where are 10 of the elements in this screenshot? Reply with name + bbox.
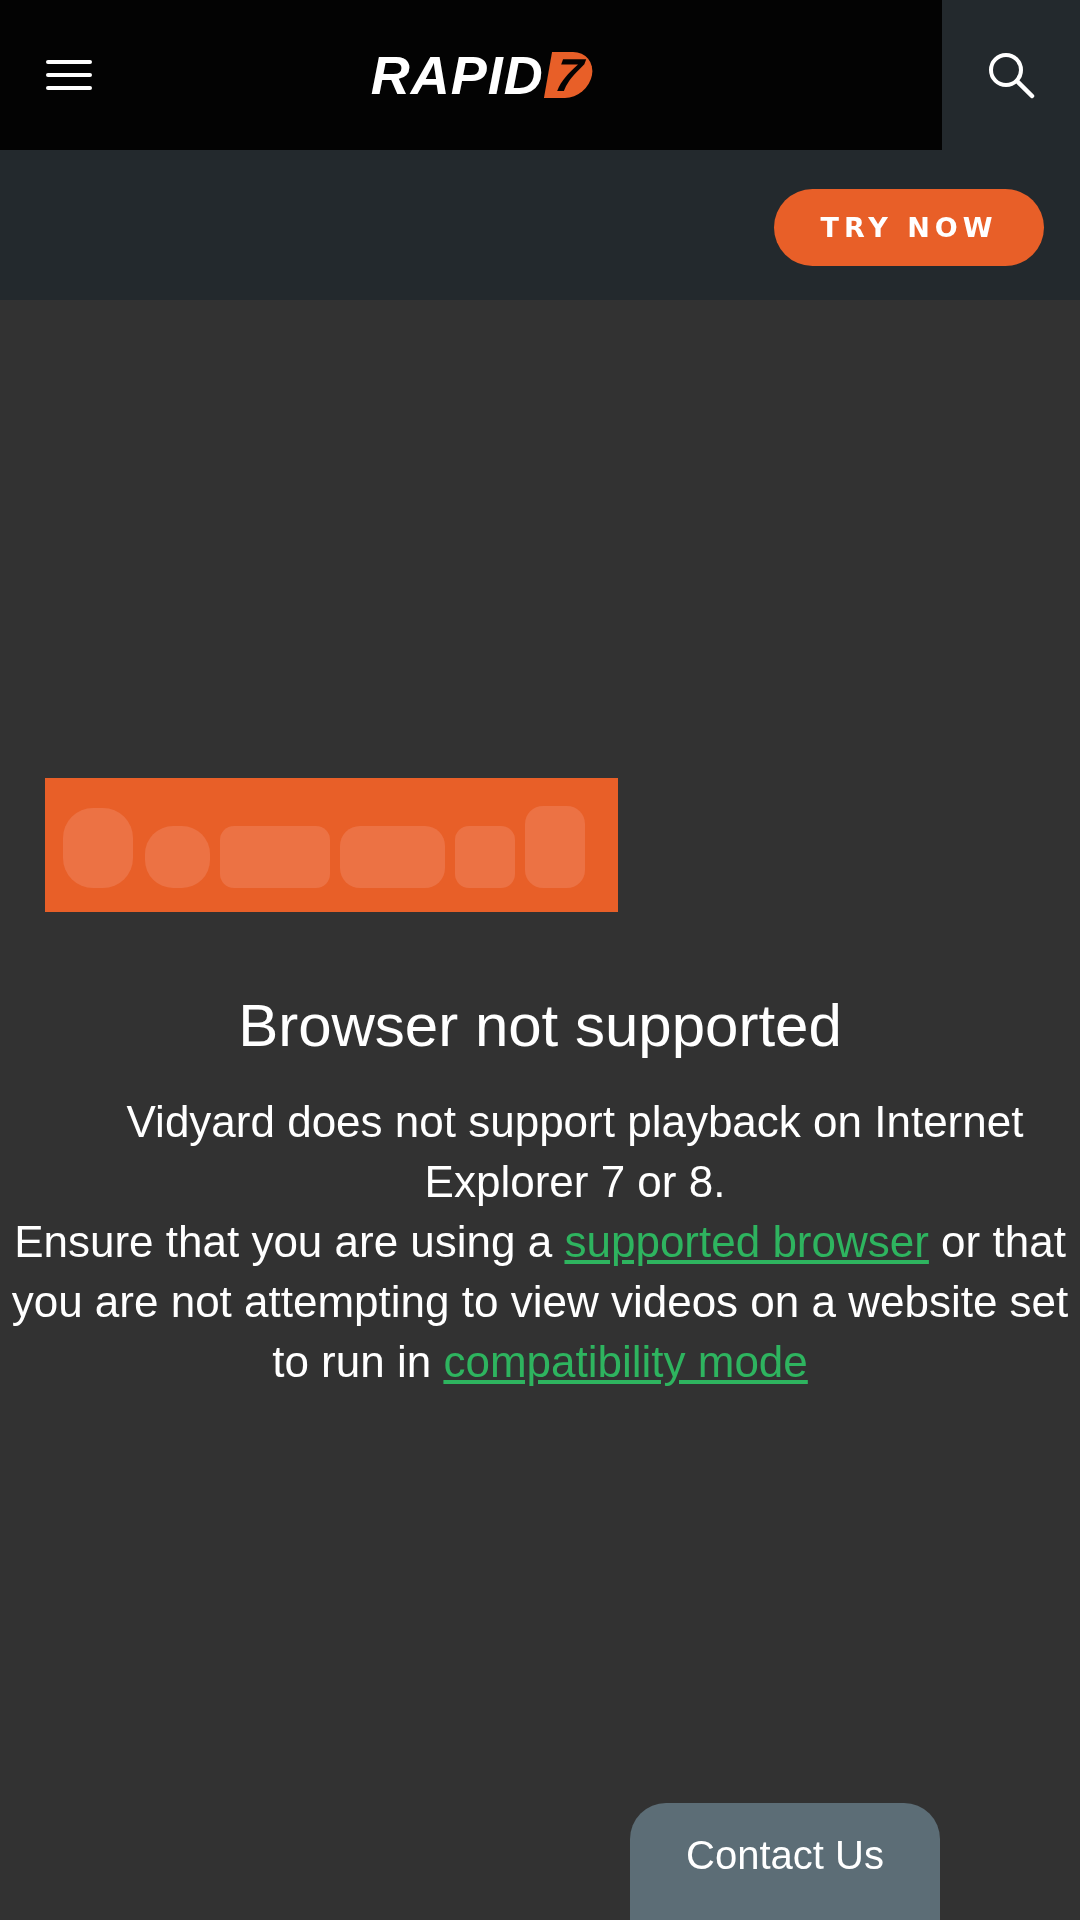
notice-text: Ensure that you are using a supported browser or that you are not attempting to view videos on a website set to run in compatibility mode <box>10 1216 1070 1388</box>
notice-text: Vidyard does not support playback on Internet Explorer 7 or 8. <box>125 1096 1025 1208</box>
help-link[interactable]: compatibility mode <box>443 1337 808 1386</box>
logo-wordmark[interactable]: RAPID <box>370 48 544 102</box>
error-title: Browser not supported <box>238 991 842 1061</box>
menu-icon[interactable] <box>46 60 92 90</box>
contact-us-tab[interactable]: Contact Us <box>630 1803 940 1920</box>
search-icon[interactable] <box>987 51 1035 99</box>
try-now-button[interactable]: TRY NOW <box>774 188 1044 266</box>
help-link[interactable]: supported browser <box>564 1217 929 1266</box>
